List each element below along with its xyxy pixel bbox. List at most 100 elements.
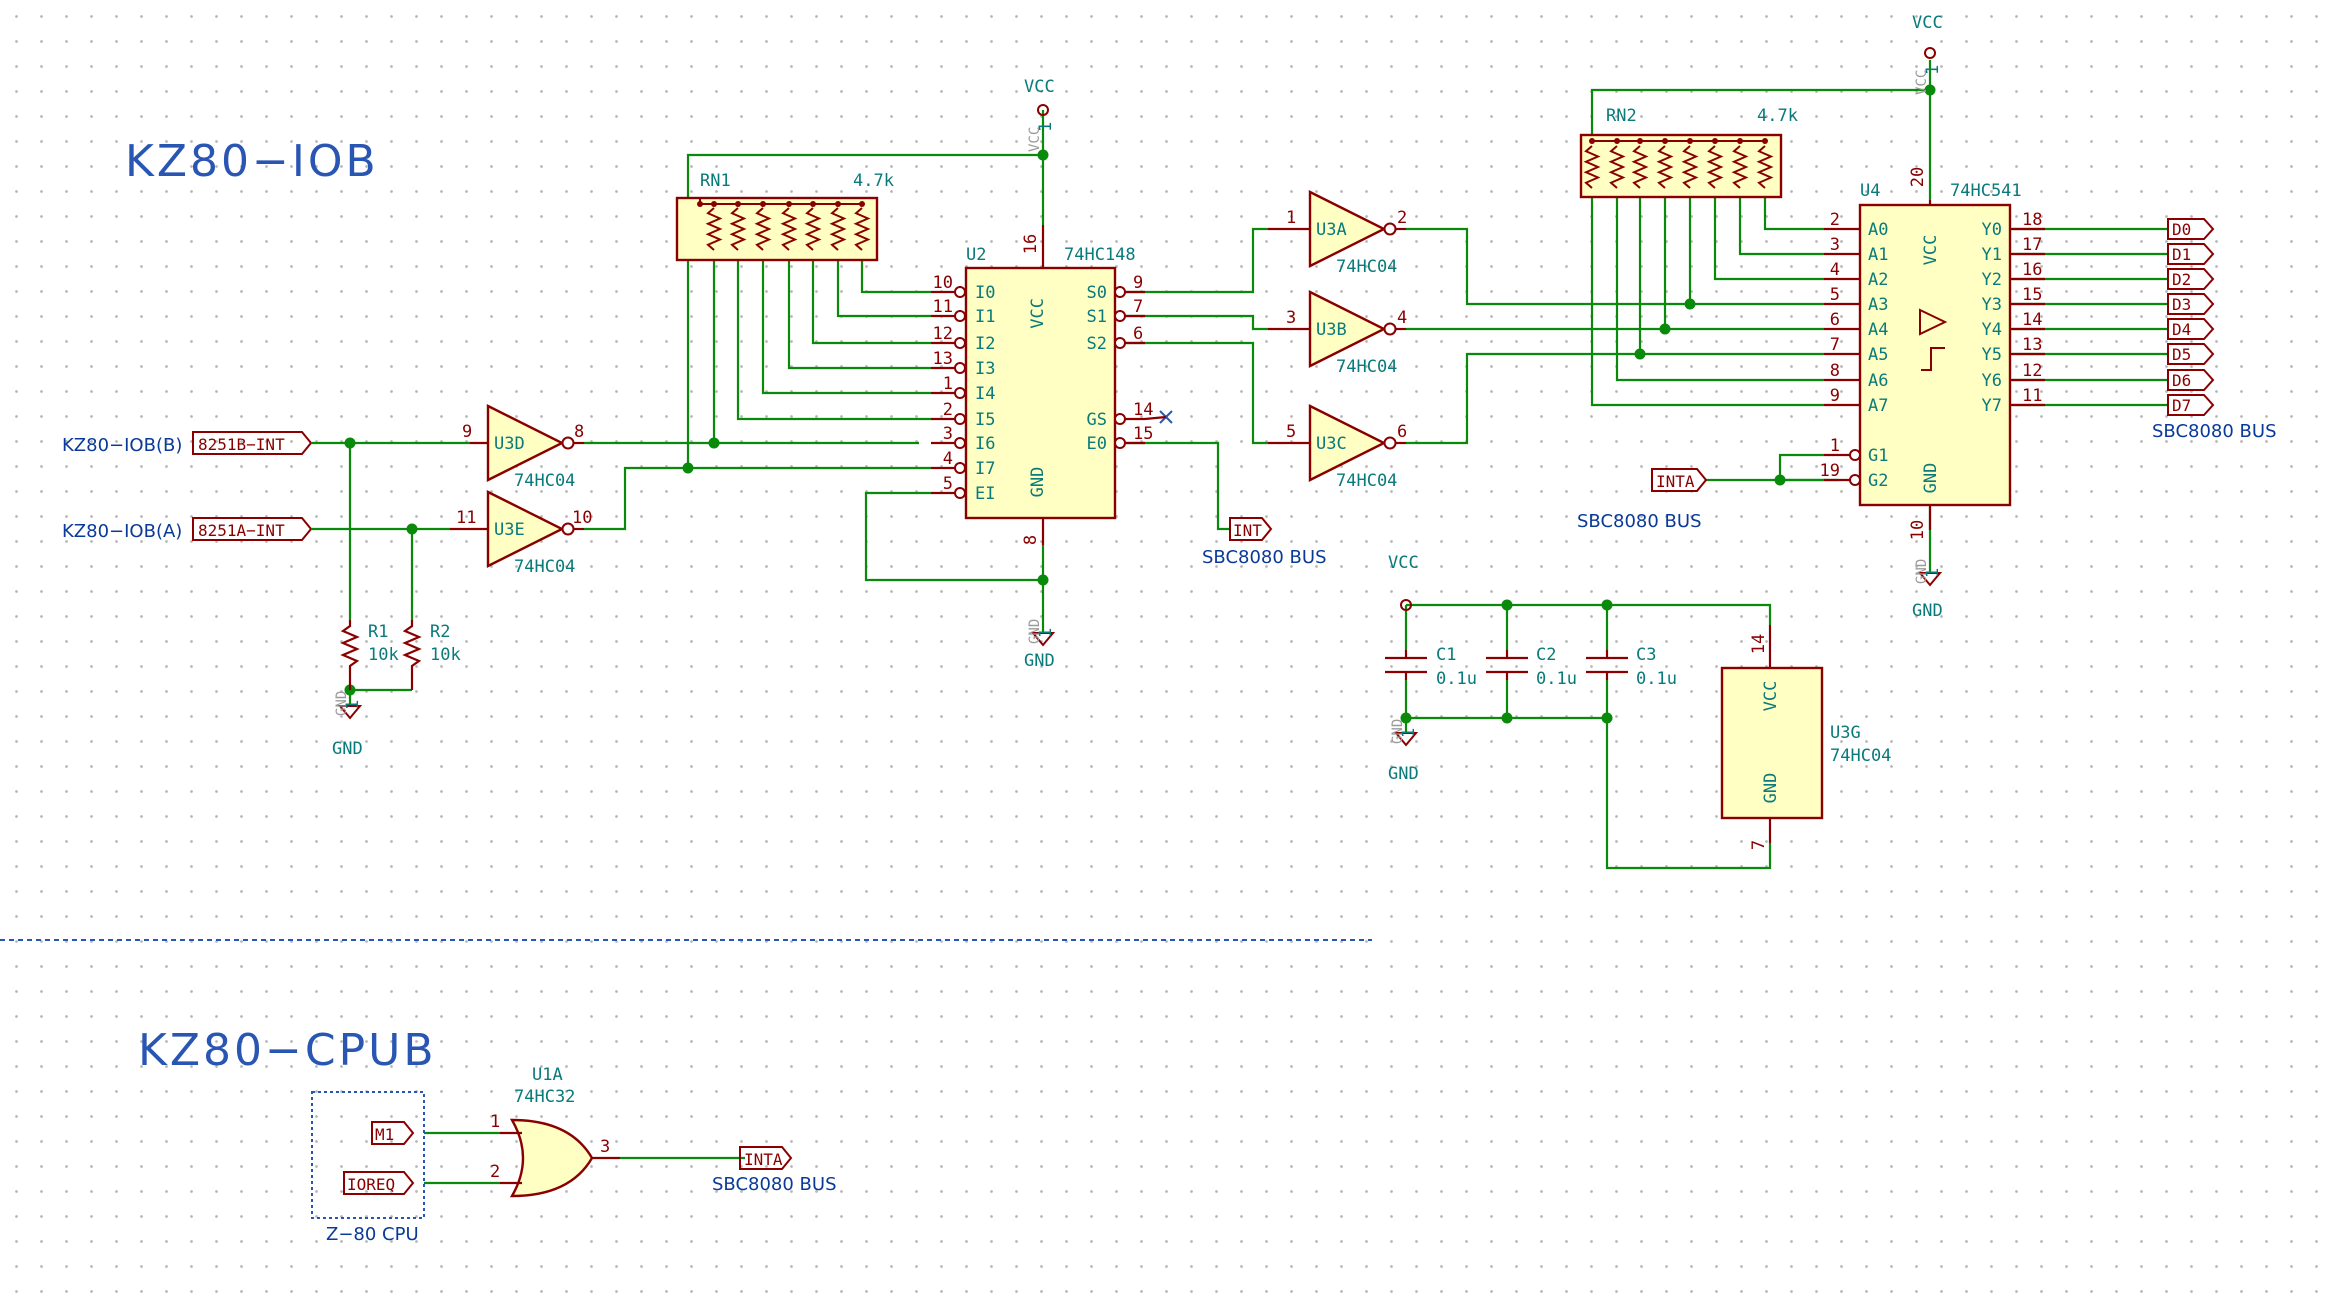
global-label-data-text: D7 (2172, 396, 2191, 415)
u2-pin-number: 2 (943, 400, 953, 420)
u2-pin-number: 1 (943, 374, 953, 394)
u2-pin-number: 6 (1133, 324, 1143, 344)
svg-text:9: 9 (462, 422, 472, 442)
global-label-ioreq: IOREQ (343, 1171, 415, 1195)
schematic-canvas: KZ80−IOB KZ80−CPUB KZ80−IOB(B) KZ80−IOB(… (0, 0, 2330, 1304)
u4-pin-name: A4 (1868, 320, 1888, 340)
svg-text:10k: 10k (430, 645, 461, 665)
u2-pin-number: 5 (943, 474, 953, 494)
u4-pin-name: Y3 (1982, 295, 2002, 315)
svg-text:74HC04: 74HC04 (514, 557, 575, 577)
u2-pin-name: S1 (1087, 307, 1107, 327)
capacitor-c1: C1 0.1u (1385, 645, 1477, 689)
u2-pin-bubble (1114, 286, 1126, 298)
svg-text:8: 8 (1021, 535, 1041, 545)
svg-text:VCC: VCC (1388, 553, 1419, 573)
global-label-data-text: D3 (2172, 295, 2191, 314)
u4-pin-name: G2 (1868, 471, 1888, 491)
rn1-node (697, 201, 703, 207)
svg-text:R1: R1 (368, 622, 388, 642)
u2-pin-number: 11 (933, 297, 953, 317)
svg-text:0.1u: 0.1u (1636, 669, 1677, 689)
svg-text:2: 2 (1397, 208, 1407, 228)
hier-label-8251a-int: 8251A−INT (192, 517, 313, 541)
svg-text:11: 11 (456, 508, 476, 528)
u4-pin-name: Y4 (1982, 320, 2002, 340)
svg-text:10: 10 (1908, 520, 1928, 540)
svg-text:74HC148: 74HC148 (1064, 245, 1136, 265)
u4-pin-name: Y1 (1982, 245, 2002, 265)
bus-label-inta: SBC8080 BUS (1577, 511, 1702, 532)
svg-text:74HC04: 74HC04 (1336, 471, 1397, 491)
u2-pin-number: 4 (943, 449, 953, 469)
svg-text:RN1: RN1 (700, 171, 731, 191)
u2-pin-bubble (1114, 337, 1126, 349)
svg-text:GND: GND (1028, 467, 1048, 498)
power-pin-name: VCC (1914, 70, 1930, 95)
rn1-node (760, 201, 766, 207)
u2-pin-name: I0 (975, 283, 995, 303)
u4-pin-name: Y7 (1982, 396, 2002, 416)
u4-pin-name: A0 (1868, 220, 1888, 240)
u2-pin-name: I2 (975, 334, 995, 354)
svg-text:4.7k: 4.7k (853, 171, 894, 191)
u4-pin-name: Y2 (1982, 270, 2002, 290)
u4-pin-number: 17 (2022, 235, 2042, 255)
svg-text:R2: R2 (430, 622, 450, 642)
u4-pin-name: A7 (1868, 396, 1888, 416)
u4-pin-name: G1 (1868, 446, 1888, 466)
u2-pin-number: 9 (1133, 273, 1143, 293)
global-label-data-text: D4 (2172, 320, 2191, 339)
svg-text:U3G: U3G (1830, 723, 1861, 743)
power-pin-name: GND (1027, 619, 1043, 644)
svg-text:74HC32: 74HC32 (514, 1087, 575, 1107)
svg-text:M1: M1 (375, 1125, 394, 1144)
u2-pin-number: 12 (933, 324, 953, 344)
global-label-inta-cpub: INTA (739, 1146, 793, 1170)
svg-text:U3E: U3E (494, 520, 525, 540)
svg-text:0.1u: 0.1u (1436, 669, 1477, 689)
global-label-inta-u4: INTA (1651, 468, 1708, 492)
svg-text:8: 8 (574, 422, 584, 442)
u2-pin-name: I3 (975, 359, 995, 379)
u2-pin-number: 10 (933, 273, 953, 293)
vcc-symbol-caps: VCC (1388, 553, 1419, 611)
capacitor-c3: C3 0.1u (1586, 645, 1677, 689)
svg-text:GND: GND (1388, 764, 1419, 784)
svg-text:VCC: VCC (1024, 77, 1055, 97)
u2-pin-bubble (954, 462, 966, 474)
svg-text:74HC04: 74HC04 (1336, 257, 1397, 277)
u2-pin-bubble (954, 413, 966, 425)
svg-text:14: 14 (1749, 634, 1769, 654)
svg-text:GND: GND (1912, 601, 1943, 621)
svg-text:16: 16 (1021, 234, 1041, 254)
rn1-node (711, 201, 717, 207)
rn1-node (835, 201, 841, 207)
u2-pin-bubble (954, 310, 966, 322)
net-label-iob-b: KZ80−IOB(B) (62, 435, 182, 456)
svg-text:74HC04: 74HC04 (514, 471, 575, 491)
power-pin-name: GND (1914, 559, 1930, 584)
svg-text:4: 4 (1397, 308, 1407, 328)
u2-pin-name: GS (1087, 410, 1107, 430)
u4-pin-name: Y6 (1982, 371, 2002, 391)
u4-pin-number: 9 (1830, 386, 1840, 406)
svg-text:1: 1 (1286, 208, 1296, 228)
u2-pin-name: I5 (975, 410, 995, 430)
u2-pin-bubble (954, 437, 966, 449)
svg-text:5: 5 (1286, 422, 1296, 442)
section-title-cpub: KZ80−CPUB (138, 1025, 437, 1076)
schematic-drawing: KZ80−IOB KZ80−CPUB KZ80−IOB(B) KZ80−IOB(… (0, 13, 2277, 1245)
svg-text:3: 3 (1286, 308, 1296, 328)
svg-text:C1: C1 (1436, 645, 1456, 665)
svg-text:INTA: INTA (744, 1150, 783, 1169)
resistor-r1: R1 10k (340, 620, 399, 690)
u4-pin-name: A5 (1868, 345, 1888, 365)
global-label-data-text: D1 (2172, 245, 2191, 264)
svg-text:U3C: U3C (1316, 434, 1347, 454)
rn2-node (1637, 138, 1643, 144)
bus-label-cpub: SBC8080 BUS (712, 1174, 837, 1195)
svg-text:8251B−INT: 8251B−INT (198, 435, 285, 454)
u4-pin-bubble (1849, 449, 1861, 461)
svg-text:GND: GND (1024, 651, 1055, 671)
